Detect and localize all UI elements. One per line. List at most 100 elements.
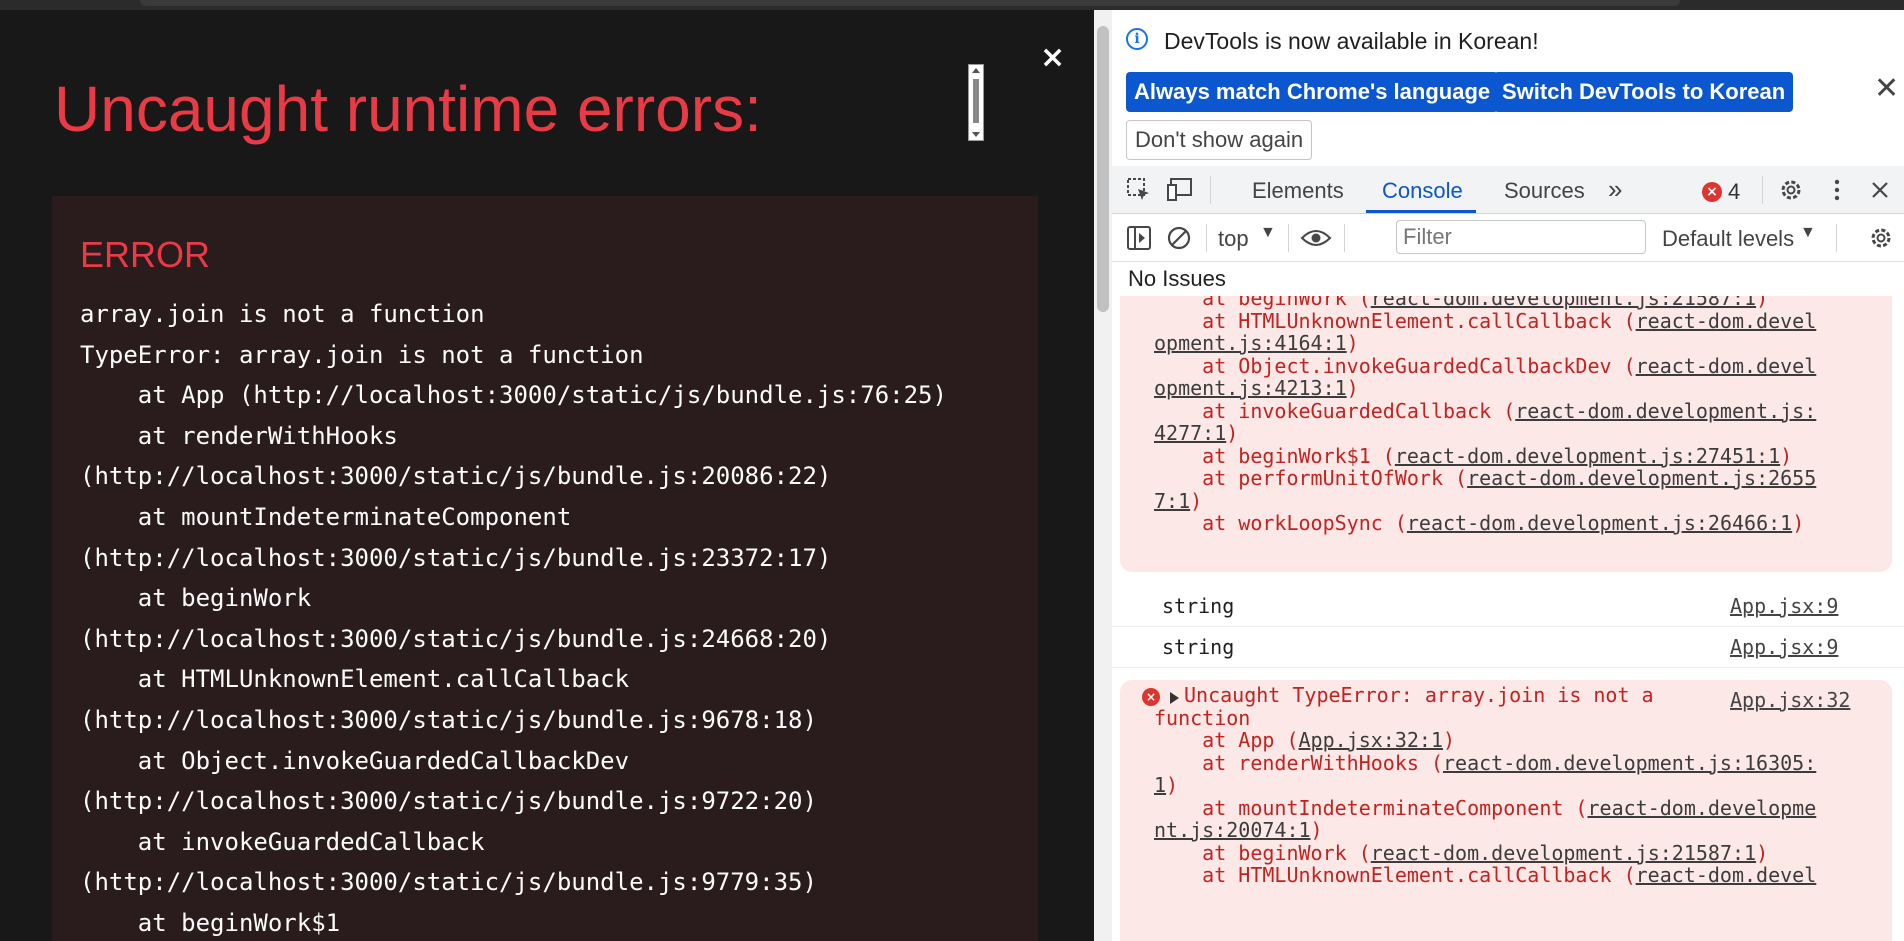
context-select[interactable]: top <box>1218 226 1249 252</box>
stack-line: at mountIndeterminateComponent <box>80 502 572 531</box>
more-options-icon[interactable] <box>1832 177 1842 203</box>
page-scrollbar[interactable] <box>1094 10 1112 941</box>
error-label: ERROR <box>80 234 211 275</box>
console-trace-line: at App (App.jsx:32:1) <box>1154 729 1455 752</box>
language-infobar: i DevTools is now available in Korean! A… <box>1112 10 1904 166</box>
trace-close-paren: ) <box>1346 331 1359 355</box>
trace-source-link[interactable]: react-dom.development.js:26466:1 <box>1407 511 1792 535</box>
trace-source-link[interactable]: react-dom.developme <box>1587 796 1816 820</box>
trace-source-link[interactable]: 7:1 <box>1154 489 1190 513</box>
filter-input[interactable] <box>1396 220 1646 254</box>
error-count-icon[interactable]: × <box>1702 182 1722 202</box>
issues-status[interactable]: No Issues <box>1128 266 1226 292</box>
context-chevron-down-icon[interactable]: ▼ <box>1260 224 1276 242</box>
inspect-element-icon[interactable] <box>1126 177 1152 203</box>
scroll-thumb[interactable] <box>973 79 979 123</box>
console-trace-line: at HTMLUnknownElement.callCallback (reac… <box>1154 309 1817 333</box>
devtools-panel: i DevTools is now available in Korean! A… <box>1112 10 1904 941</box>
trace-close-paren: ) <box>1226 421 1239 445</box>
stack-line: (http://localhost:3000/static/js/bundle.… <box>80 787 817 816</box>
info-icon: i <box>1126 28 1148 50</box>
trace-source-link[interactable]: react-dom.development.js:16305: <box>1443 751 1816 775</box>
stack-line: at beginWork$1 <box>80 908 341 937</box>
infobar-message: DevTools is now available in Korean! <box>1164 28 1539 54</box>
log-source-link[interactable]: App.jsx:9 <box>1730 594 1838 618</box>
stack-line: TypeError: array.join is not a function <box>80 340 644 369</box>
tab-console[interactable]: Console <box>1382 178 1463 204</box>
console-trace-line: 7:1) <box>1154 489 1202 513</box>
trace-source-link[interactable]: react-dom.devel <box>1636 863 1817 887</box>
trace-source-link[interactable]: nt.js:20074:1 <box>1154 818 1311 842</box>
trace-source-link[interactable]: react-dom.devel <box>1636 354 1817 378</box>
scroll-down-icon[interactable] <box>972 132 980 137</box>
close-icon[interactable]: × <box>1040 40 1065 75</box>
stack-line: at renderWithHooks <box>80 421 398 450</box>
error-source-link[interactable]: App.jsx:32 <box>1730 688 1850 712</box>
trace-function: at Object.invokeGuardedCallbackDev ( <box>1154 353 1636 378</box>
scroll-up-icon[interactable] <box>972 68 980 73</box>
browser-top-strip <box>0 0 1904 10</box>
console-output[interactable]: at beginWork (react-dom.development.js:2… <box>1112 296 1904 941</box>
tab-separator <box>1210 176 1211 204</box>
console-trace-line: at beginWork$1 (react-dom.development.js… <box>1154 443 1793 468</box>
stack-line: (http://localhost:3000/static/js/bundle.… <box>80 868 817 897</box>
trace-source-link[interactable]: react-dom.development.js:27451:1 <box>1395 444 1780 468</box>
trace-function: at workLoopSync ( <box>1154 511 1407 535</box>
toolbar-separator <box>1206 224 1207 252</box>
stack-line: at Object.invokeGuardedCallbackDev <box>80 746 630 775</box>
live-expression-eye-icon[interactable] <box>1300 226 1332 250</box>
trace-close-paren: ) <box>1756 840 1769 865</box>
log-levels-dropdown[interactable]: Default levels <box>1662 226 1794 252</box>
trace-close-paren: ) <box>1166 773 1179 797</box>
trace-source-link[interactable]: react-dom.development.js:21587:1 <box>1371 841 1756 865</box>
error-headline-cont: function <box>1154 705 1251 730</box>
error-count[interactable]: 4 <box>1728 179 1740 205</box>
dont-show-again-button[interactable]: Don't show again <box>1126 120 1313 160</box>
trace-close-paren: ) <box>1780 443 1793 468</box>
overlay-scrollbar[interactable] <box>968 64 984 141</box>
toolbar-separator <box>1836 224 1837 252</box>
console-settings-gear-icon[interactable] <box>1868 225 1894 251</box>
close-devtools-icon[interactable] <box>1870 180 1890 200</box>
trace-function: at App ( <box>1154 728 1299 752</box>
console-trace-line: at performUnitOfWork (react-dom.developm… <box>1154 467 1816 490</box>
console-error-message[interactable]: × Uncaught TypeError: array.join is not … <box>1120 680 1892 941</box>
stack-line: (http://localhost:3000/static/js/bundle.… <box>80 705 817 734</box>
trace-source-link[interactable]: 4277:1 <box>1154 421 1226 445</box>
tab-separator <box>1762 176 1763 204</box>
tab-sources[interactable]: Sources <box>1504 178 1585 204</box>
stack-line: (http://localhost:3000/static/js/bundle.… <box>80 462 832 491</box>
stack-line: at beginWork <box>80 584 312 613</box>
console-log-message: string App.jsx:9 <box>1112 586 1904 627</box>
console-trace-line: at beginWork (react-dom.development.js:2… <box>1154 840 1769 865</box>
switch-korean-button[interactable]: Switch DevTools to Korean <box>1494 72 1794 112</box>
device-toolbar-icon[interactable] <box>1166 177 1194 203</box>
match-language-button[interactable]: Always match Chrome's language <box>1126 72 1499 112</box>
trace-function: at performUnitOfWork ( <box>1154 466 1468 490</box>
console-trace-line: at invokeGuardedCallback (react-dom.deve… <box>1154 399 1816 423</box>
clear-console-icon[interactable] <box>1166 225 1192 251</box>
log-source-link[interactable]: App.jsx:9 <box>1730 635 1838 659</box>
trace-source-link[interactable]: opment.js:4164:1 <box>1154 331 1347 355</box>
trace-source-link[interactable]: opment.js:4213:1 <box>1154 376 1347 400</box>
trace-source-link[interactable]: 1 <box>1154 773 1166 797</box>
console-error-message: at beginWork (react-dom.development.js:2… <box>1120 296 1892 572</box>
console-log-message: string App.jsx:9 <box>1112 627 1904 668</box>
settings-gear-icon[interactable] <box>1778 177 1804 203</box>
trace-function: at renderWithHooks ( <box>1154 750 1443 775</box>
trace-source-link[interactable]: App.jsx:32:1 <box>1299 728 1444 752</box>
trace-source-link[interactable]: react-dom.development.js:2655 <box>1467 466 1816 490</box>
levels-chevron-down-icon[interactable]: ▼ <box>1800 224 1816 242</box>
error-overlay: Uncaught runtime errors: × ERROR array.j… <box>0 10 1094 941</box>
tab-elements[interactable]: Elements <box>1252 178 1344 204</box>
devtools-tab-bar: Elements Console Sources » × 4 <box>1112 166 1904 214</box>
trace-source-link[interactable]: react-dom.development.js: <box>1515 399 1816 423</box>
console-trace-line: 4277:1) <box>1154 422 1238 445</box>
trace-source-link[interactable]: react-dom.devel <box>1636 309 1817 333</box>
sidebar-toggle-icon[interactable] <box>1126 225 1152 251</box>
stack-line: (http://localhost:3000/static/js/bundle.… <box>80 624 832 653</box>
more-tabs-icon[interactable]: » <box>1608 174 1622 205</box>
infobar-close-icon[interactable]: ✕ <box>1874 74 1899 104</box>
page-scroll-thumb[interactable] <box>1097 26 1109 312</box>
expand-triangle-icon[interactable] <box>1170 692 1179 704</box>
